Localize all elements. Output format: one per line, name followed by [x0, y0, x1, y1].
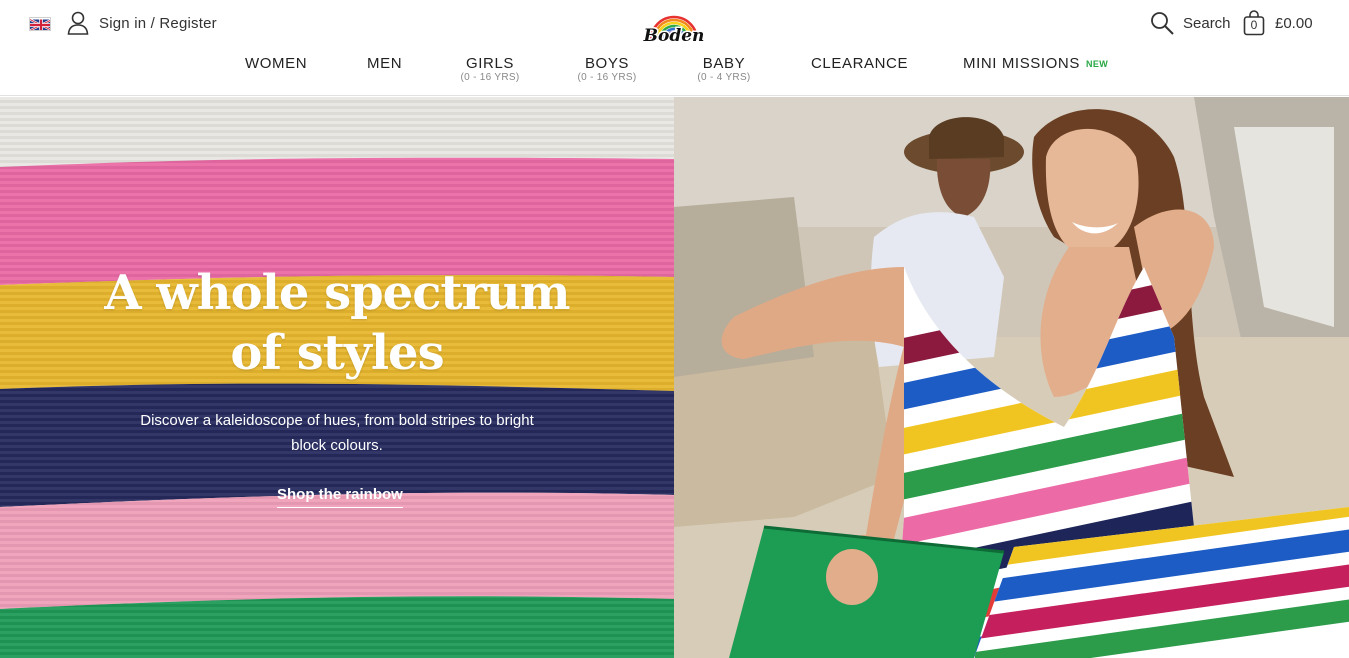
nav-item-baby[interactable]: BABY (0 - 4 YRS) — [695, 55, 753, 84]
shopping-bag-button[interactable]: 0 £0.00 — [1243, 10, 1313, 36]
new-badge: NEW — [1085, 58, 1109, 69]
boden-logo[interactable]: Boden — [641, 10, 707, 48]
nav-item-age-range: (0 - 16 YRS) — [460, 72, 520, 83]
nav-item-label: MEN — [367, 55, 403, 72]
hero-photo-panel[interactable] — [674, 97, 1349, 658]
search-button[interactable]: Search — [1150, 11, 1231, 35]
nav-item-women[interactable]: WOMEN — [245, 55, 307, 72]
nav-item-label: MINI MISSIONS — [963, 55, 1080, 72]
user-icon — [67, 11, 89, 35]
hero-title: A whole spectrum of styles — [0, 263, 674, 383]
nav-item-label: GIRLS — [465, 55, 514, 72]
sign-in-register-link[interactable]: Sign in / Register — [67, 11, 217, 35]
nav-item-men[interactable]: MEN — [367, 55, 402, 72]
uk-flag-icon[interactable] — [29, 17, 51, 31]
svg-text:Boden: Boden — [643, 26, 705, 46]
nav-item-label: BABY — [702, 55, 746, 72]
site-header: Sign in / Register Boden Search 0 £0.00 … — [0, 0, 1349, 96]
hero-text-block: A whole spectrum of styles Discover a ka… — [0, 97, 674, 658]
hero-title-line: A whole spectrum — [104, 265, 570, 321]
nav-item-mini-missions[interactable]: MINI MISSIONS NEW — [963, 55, 1108, 73]
search-label: Search — [1183, 14, 1231, 32]
nav-item-clearance[interactable]: CLEARANCE — [811, 55, 908, 72]
woman-in-striped-dress-photo — [674, 97, 1349, 658]
shopping-bag-icon: 0 — [1243, 10, 1265, 36]
hero-description: Discover a kaleidoscope of hues, from bo… — [140, 412, 534, 454]
nav-item-label: BOYS — [584, 55, 630, 72]
nav-item-label: WOMEN — [245, 55, 308, 72]
nav-item-boys[interactable]: BOYS (0 - 16 YRS) — [577, 55, 637, 84]
nav-item-girls[interactable]: GIRLS (0 - 16 YRS) — [460, 55, 520, 84]
bag-total: £0.00 — [1275, 14, 1313, 32]
bag-count: 0 — [1250, 18, 1258, 32]
sign-in-register-label: Sign in / Register — [99, 14, 217, 32]
nav-item-label: CLEARANCE — [811, 55, 909, 72]
search-icon — [1151, 12, 1174, 35]
hero-stripes-panel: A whole spectrum of styles Discover a ka… — [0, 97, 674, 658]
hero-title-line: of styles — [230, 325, 444, 381]
nav-item-age-range: (0 - 4 YRS) — [697, 72, 751, 83]
nav-item-age-range: (0 - 16 YRS) — [577, 72, 637, 83]
main-navigation: WOMEN MEN GIRLS (0 - 16 YRS) BOYS (0 - 1… — [0, 55, 1349, 91]
shop-the-rainbow-link[interactable]: Shop the rainbow — [277, 486, 403, 508]
